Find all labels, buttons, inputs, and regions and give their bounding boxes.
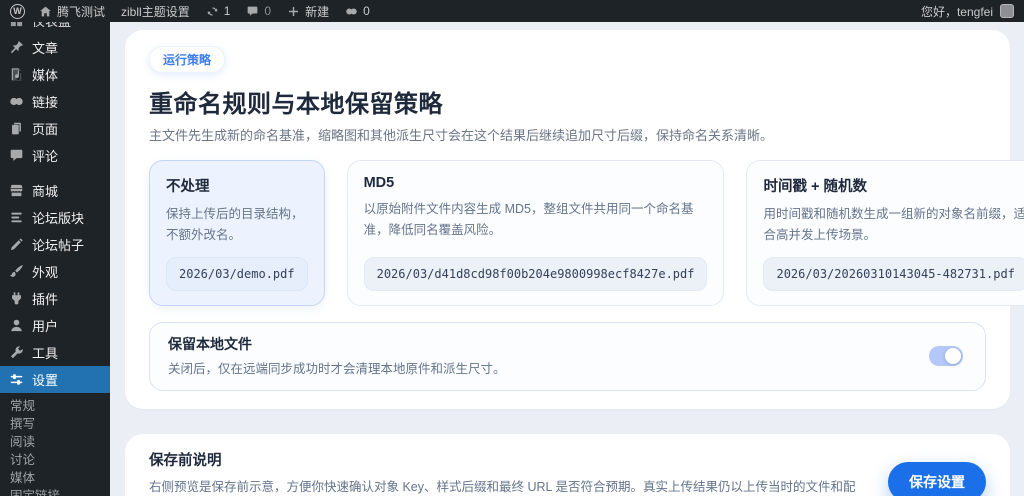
sidebar-item-forum-sections[interactable]: 论坛版块 (0, 204, 110, 231)
sidebar-item-label: 外观 (32, 265, 59, 280)
media-icon (8, 67, 24, 83)
keep-local-files-row: 保留本地文件 关闭后，仅在远端同步成功时才会清理本地原件和派生尺寸。 (149, 322, 986, 391)
sidebar-item-settings[interactable]: 设置 (0, 366, 110, 393)
admin-bar-links-count[interactable]: 0 (345, 4, 370, 18)
option-desc: 以原始附件文件内容生成 MD5，整组文件共用同一个命名基准，降低同名覆盖风险。 (363, 202, 694, 237)
sidebar-item-label: 仪表盘 (32, 22, 71, 30)
sidebar-item-dashboard[interactable]: 仪表盘 (0, 22, 110, 34)
sidebar-item-label: 媒体 (32, 68, 59, 83)
admin-bar: W 腾飞测试 zibll主题设置 1 0 新建 0 您好，tengfei (0, 0, 1024, 22)
sidebar-item-media[interactable]: 媒体 (0, 61, 110, 88)
dashboard-icon (8, 22, 24, 29)
sidebar-item-comments[interactable]: 评论 (0, 142, 110, 169)
option-title: MD5 (363, 175, 395, 191)
update-icon (206, 5, 219, 18)
sidebar-item-tools[interactable]: 工具 (0, 339, 110, 366)
forum-posts-icon (8, 237, 24, 253)
settings-submenu: 常规 撰写 阅读 讨论 媒体 固定链接 (0, 393, 110, 496)
toggle-desc: 关闭后，仅在远端同步成功时才会清理本地原件和派生尺寸。 (168, 362, 506, 376)
save-settings-button[interactable]: 保存设置 (888, 461, 986, 496)
plugin-icon (8, 291, 24, 307)
option-desc: 用时间戳和随机数生成一组新的对象名前缀，适合高并发上传场景。 (763, 207, 1024, 242)
theme-settings-label: zibll主题设置 (121, 4, 190, 19)
home-icon (39, 5, 52, 18)
sidebar-item-posts[interactable]: 文章 (0, 34, 110, 61)
rename-options: 不处理 保持上传后的目录结构，不额外改名。 2026/03/demo.pdf M… (149, 160, 1024, 306)
option-card-md5[interactable]: MD5 以原始附件文件内容生成 MD5，整组文件共用同一个命名基准，降低同名覆盖… (346, 160, 725, 306)
tools-wrench-icon (8, 345, 24, 361)
sidebar-item-label: 用户 (32, 319, 59, 334)
pin-icon (8, 40, 24, 56)
sidebar-item-store[interactable]: 商城 (0, 177, 110, 204)
admin-bar-updates[interactable]: 1 (206, 4, 231, 18)
admin-bar-theme-settings[interactable]: zibll主题设置 (121, 3, 190, 20)
submenu-item-writing[interactable]: 撰写 (10, 415, 110, 433)
save-note-panel: 保存前说明 右侧预览是保存前示意，方便你快速确认对象 Key、样式后缀和最终 U… (125, 434, 1010, 496)
comment-count: 0 (264, 4, 272, 18)
link-icon (345, 5, 358, 18)
pages-icon (8, 121, 24, 137)
option-card-timestamp-random[interactable]: 时间戳 + 随机数 用时间戳和随机数生成一组新的对象名前缀，适合高并发上传场景。… (746, 160, 1024, 306)
strategy-badge: 运行策略 (149, 46, 226, 73)
submenu-item-reading[interactable]: 阅读 (10, 433, 110, 451)
option-title: 不处理 (166, 179, 210, 195)
save-note-title: 保存前说明 (149, 453, 222, 469)
toggle-knob (945, 347, 961, 364)
appearance-brush-icon (8, 264, 24, 280)
sidebar-item-label: 论坛帖子 (32, 238, 85, 253)
avatar[interactable] (1000, 4, 1014, 18)
plus-icon (287, 5, 300, 18)
admin-bar-greeting[interactable]: 您好，tengfei (921, 3, 993, 20)
link-count: 0 (363, 4, 370, 18)
option-example-path: 2026/03/20260310143045-482731.pdf (763, 257, 1024, 291)
admin-bar-site-link[interactable]: 腾飞测试 (39, 3, 105, 20)
sidebar-item-links[interactable]: 链接 (0, 88, 110, 115)
sidebar-item-label: 链接 (32, 95, 59, 110)
sidebar-separator (0, 169, 110, 177)
comment-bubble-icon (8, 148, 24, 164)
submenu-item-media[interactable]: 媒体 (10, 469, 110, 487)
sidebar-item-label: 工具 (32, 346, 59, 361)
page-subtitle: 主文件先生成新的命名基准，缩略图和其他派生尺寸会在这个结果后继续追加尺寸后缀，保… (149, 128, 774, 143)
sidebar-item-users[interactable]: 用户 (0, 312, 110, 339)
strategy-panel: 运行策略 重命名规则与本地保留策略 主文件先生成新的命名基准，缩略图和其他派生尺… (125, 30, 1024, 409)
comment-icon (246, 5, 259, 18)
users-icon (8, 318, 24, 334)
option-desc: 保持上传后的目录结构，不额外改名。 (166, 207, 304, 242)
sidebar-item-plugins[interactable]: 插件 (0, 285, 110, 312)
sidebar-item-forum-posts[interactable]: 论坛帖子 (0, 231, 110, 258)
toggle-title: 保留本地文件 (168, 336, 252, 352)
submenu-item-permalinks[interactable]: 固定链接 (10, 487, 110, 496)
sidebar-item-label: 页面 (32, 122, 59, 137)
option-card-none[interactable]: 不处理 保持上传后的目录结构，不额外改名。 2026/03/demo.pdf (149, 160, 325, 306)
link-chain-icon (8, 94, 24, 110)
sidebar-item-label: 论坛版块 (32, 211, 85, 226)
admin-bar-comments[interactable]: 0 (246, 4, 271, 18)
update-count: 1 (223, 4, 231, 18)
page-title: 重命名规则与本地保留策略 (149, 91, 443, 118)
option-example-path: 2026/03/demo.pdf (166, 257, 308, 291)
admin-bar-site-name: 腾飞测试 (57, 4, 106, 19)
sidebar-item-label: 文章 (32, 41, 59, 56)
sidebar-item-appearance[interactable]: 外观 (0, 258, 110, 285)
wordpress-logo-icon[interactable]: W (10, 3, 25, 19)
new-label: 新建 (305, 4, 330, 19)
sidebar-item-label: 商城 (32, 184, 59, 199)
submenu-item-general[interactable]: 常规 (10, 397, 110, 415)
admin-sidebar: 仪表盘 文章 媒体 链接 页面 评论 (0, 22, 110, 496)
main-content: 运行策略 重命名规则与本地保留策略 主文件先生成新的命名基准，缩略图和其他派生尺… (110, 22, 1024, 496)
submenu-item-discussion[interactable]: 讨论 (10, 451, 110, 469)
keep-local-files-toggle[interactable] (929, 345, 963, 366)
sidebar-item-label: 设置 (32, 373, 59, 388)
sidebar-item-pages[interactable]: 页面 (0, 115, 110, 142)
admin-bar-new[interactable]: 新建 (287, 3, 329, 20)
sidebar-item-label: 评论 (32, 149, 59, 164)
option-example-path: 2026/03/d41d8cd98f00b204e9800998ecf8427e… (363, 257, 708, 291)
option-title: 时间戳 + 随机数 (763, 179, 868, 195)
forum-list-icon (8, 210, 24, 226)
save-note-desc: 右侧预览是保存前示意，方便你快速确认对象 Key、样式后缀和最终 URL 是否符… (149, 480, 856, 494)
store-icon (8, 183, 24, 199)
sidebar-item-label: 插件 (32, 292, 59, 307)
settings-sliders-icon (8, 372, 24, 388)
